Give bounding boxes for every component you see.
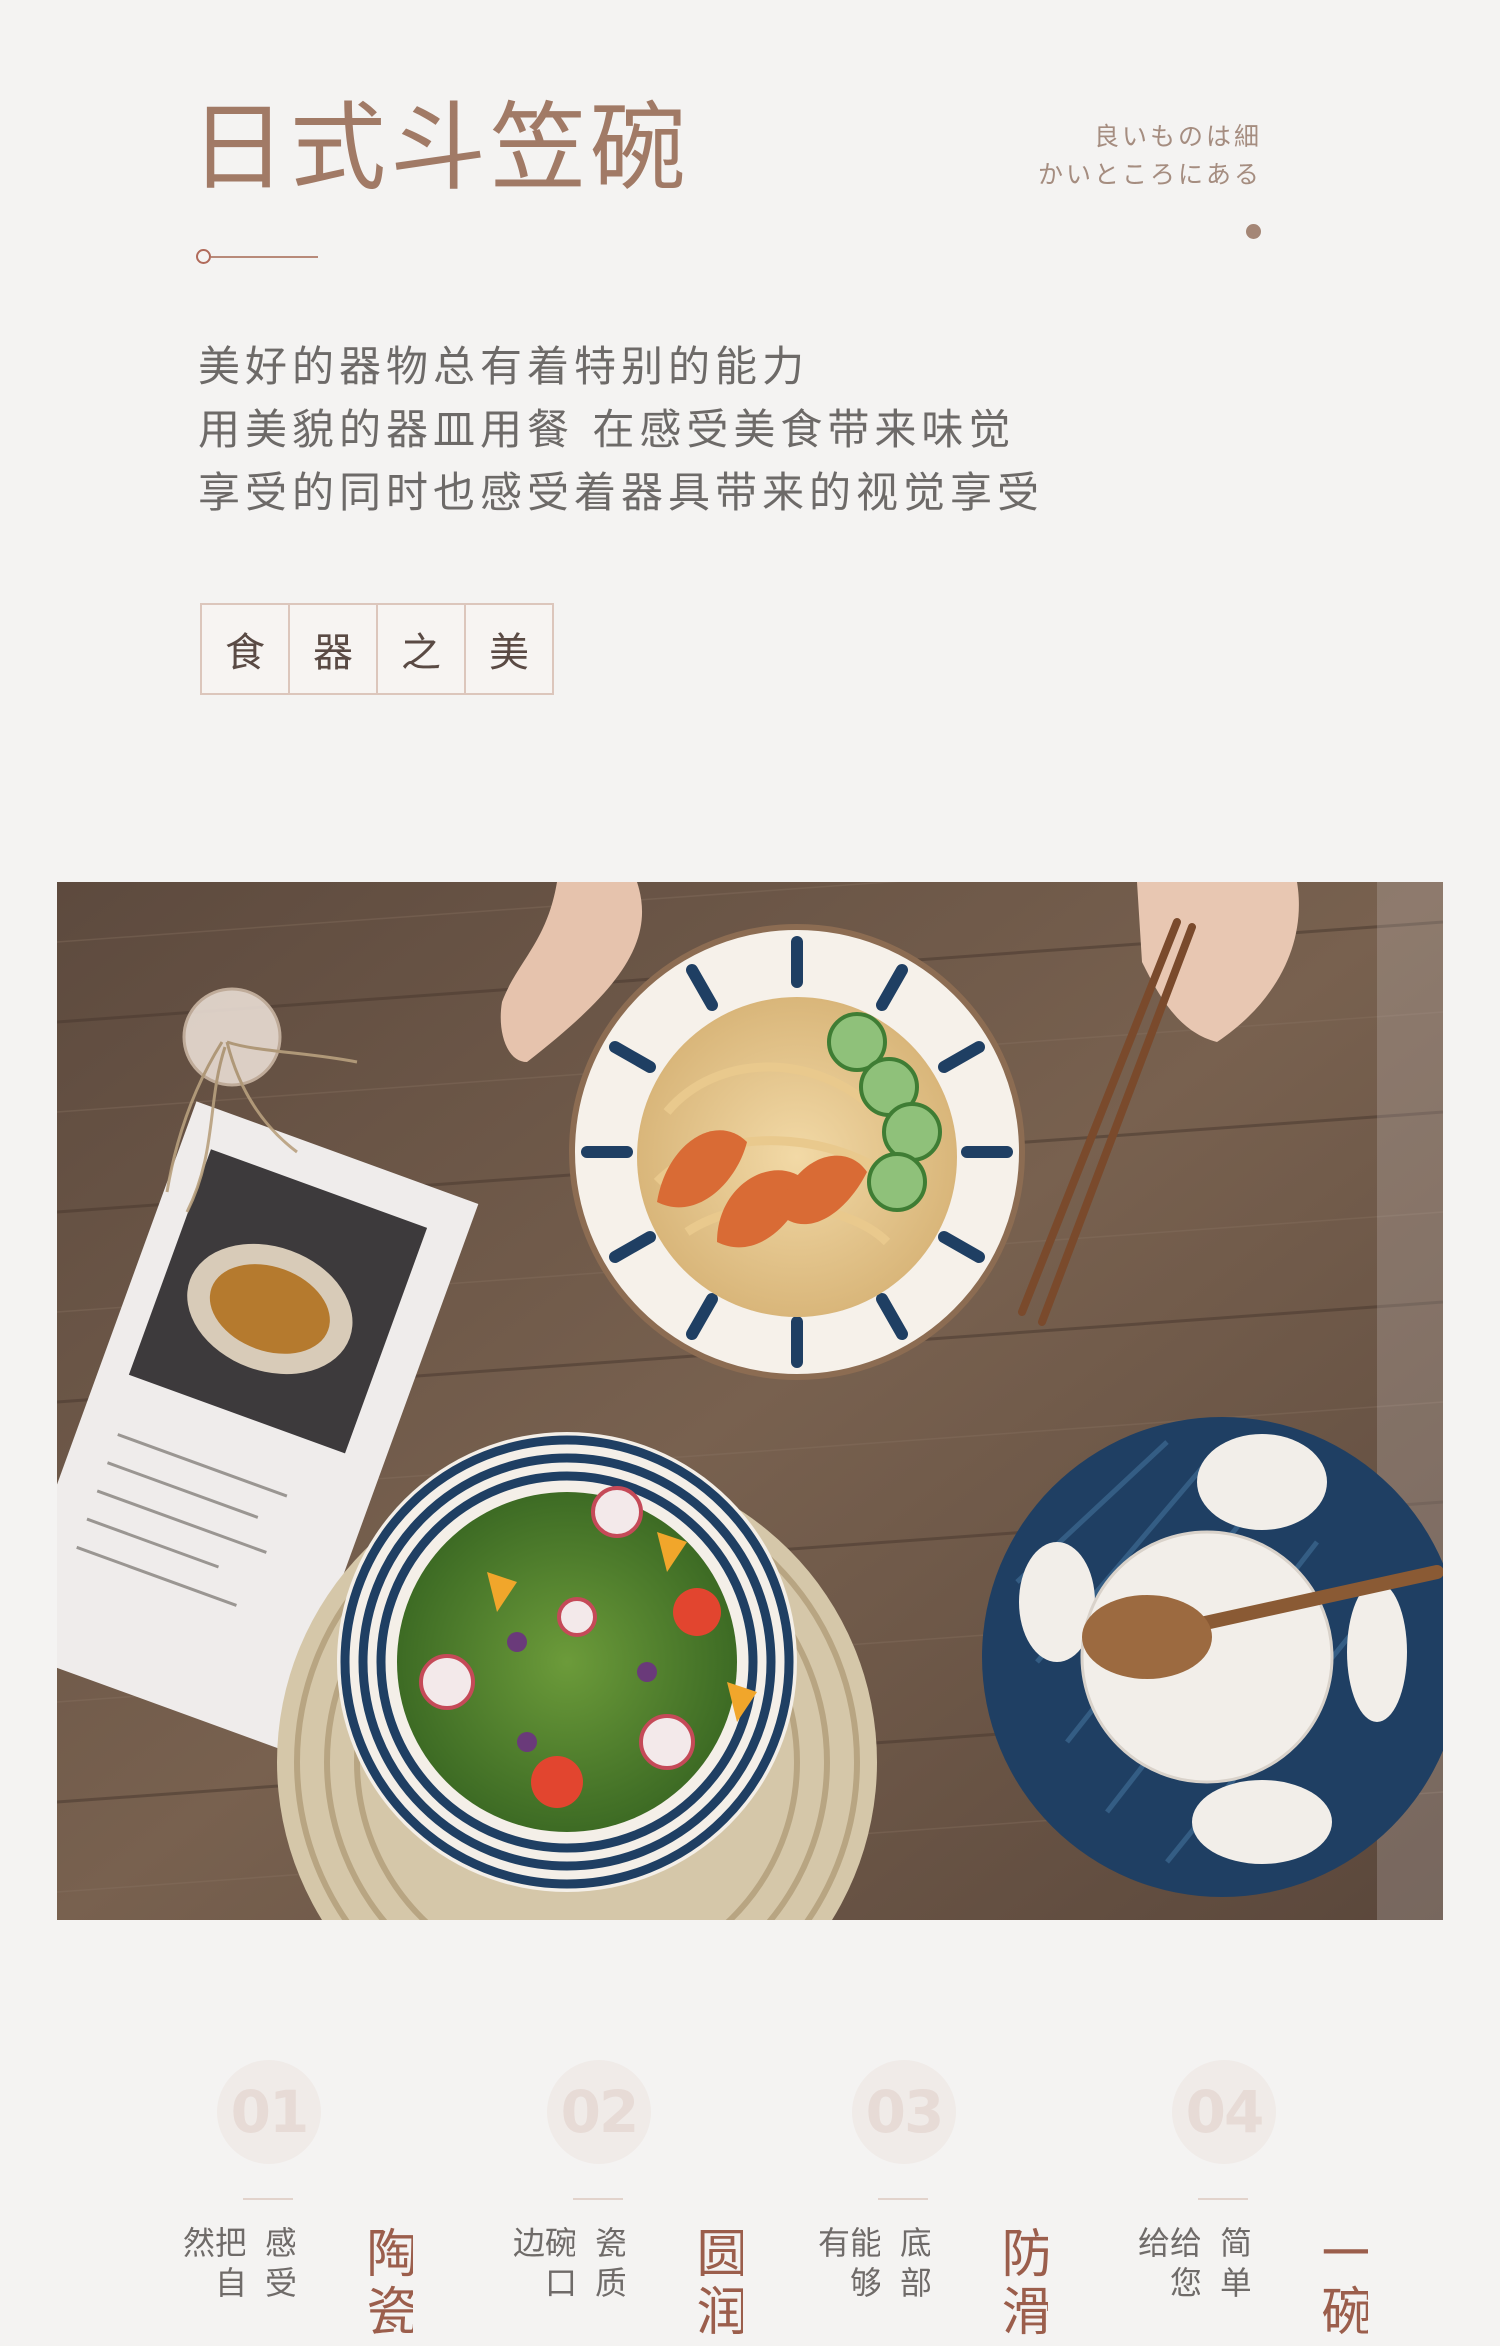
noodle-bowl (569, 924, 1025, 1380)
salad-bowl (337, 1432, 797, 1892)
feature-title: 陶瓷 (361, 2226, 413, 2342)
tag-char-2: 器 (290, 605, 378, 693)
feature-rule (1198, 2198, 1248, 2200)
feature-item: 04 一碗 简单 给您给 (1120, 2060, 1380, 2342)
feature-rule (243, 2198, 293, 2200)
feature-text: 陶瓷 感受 把自然 (181, 2226, 413, 2346)
feature-item: 02 圆润 瓷质 碗口边 (495, 2060, 755, 2342)
product-photo (57, 882, 1443, 1920)
feature-text-col-1: 感受 (263, 2226, 295, 2306)
intro-line-1: 美好的器物总有着特别的能力 (198, 342, 810, 391)
feature-text-col-2: 把自然 (181, 2226, 245, 2306)
page-title: 日式斗笠碗 (190, 92, 690, 204)
blue-bowl (982, 1417, 1443, 1897)
feature-number: 02 (547, 2060, 651, 2164)
japanese-tagline-line-1: 良いものは細 (1093, 122, 1262, 151)
feature-text: 一碗 简单 给您给 (1136, 2226, 1368, 2346)
feature-item: 01 陶瓷 感受 把自然 (165, 2060, 425, 2342)
decorative-dot (1246, 224, 1261, 239)
feature-number: 01 (217, 2060, 321, 2164)
feature-item: 03 防滑 底部 能够有 (800, 2060, 1060, 2342)
feature-text-col-1: 简单 (1218, 2226, 1250, 2306)
feature-number: 04 (1172, 2060, 1276, 2164)
japanese-tagline: 良いものは細 かいところにある (1038, 118, 1262, 194)
feature-text: 防滑 底部 能够有 (816, 2226, 1048, 2346)
tag-char-1: 食 (202, 605, 290, 693)
feature-rule (573, 2198, 623, 2200)
title-divider (196, 249, 318, 265)
intro-line-2: 用美貌的器皿用餐 在感受美食带来味觉 (198, 405, 1016, 454)
feature-title: 圆润 (691, 2226, 743, 2342)
divider-line (211, 256, 318, 258)
feature-text-col-1: 底部 (898, 2226, 930, 2306)
tag-box: 食 器 之 美 (200, 603, 554, 695)
feature-number: 03 (852, 2060, 956, 2164)
feature-text-col-2: 碗口边 (511, 2226, 575, 2306)
feature-text-col-2: 给您给 (1136, 2226, 1200, 2306)
intro-line-3: 享受的同时也感受着器具带来的视觉享受 (198, 468, 1045, 517)
feature-text: 圆润 瓷质 碗口边 (511, 2226, 743, 2346)
divider-circle-icon (196, 249, 211, 264)
feature-title: 防滑 (996, 2226, 1048, 2342)
intro-description: 美好的器物总有着特别的能力 用美貌的器皿用餐 在感受美食带来味觉 享受的同时也感… (198, 335, 1044, 524)
product-photo-illustration (57, 882, 1443, 1920)
feature-text-col-1: 瓷质 (593, 2226, 625, 2306)
tag-char-3: 之 (378, 605, 466, 693)
feature-text-col-2: 能够有 (816, 2226, 880, 2306)
japanese-tagline-line-2: かいところにある (1037, 160, 1262, 189)
feature-rule (878, 2198, 928, 2200)
feature-title: 一碗 (1316, 2226, 1368, 2342)
tag-char-4: 美 (489, 630, 529, 676)
